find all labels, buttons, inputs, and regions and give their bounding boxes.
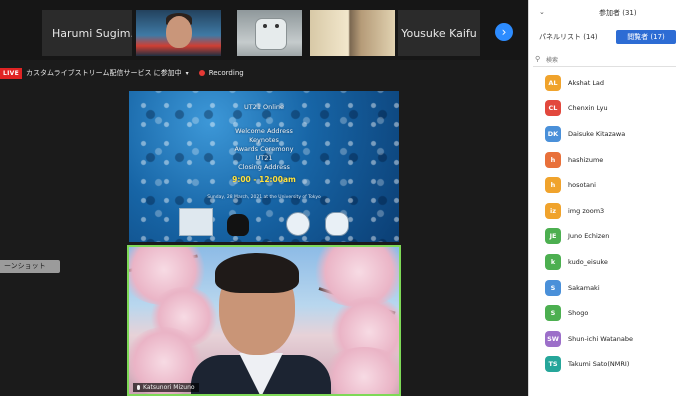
recording-label: Recording: [208, 69, 244, 77]
panel-title: 参加者 (31): [599, 9, 637, 17]
participant-name: kudo_eisuke: [568, 257, 608, 266]
participant-row[interactable]: h hashizume: [529, 147, 679, 173]
robot-eye: [263, 24, 267, 28]
avatar: CL: [545, 100, 561, 117]
live-badge: LIVE: [0, 67, 22, 79]
recording-icon: [198, 70, 205, 76]
slide-line: UT21: [255, 154, 273, 162]
search-input[interactable]: [546, 55, 666, 65]
video-tile[interactable]: [237, 10, 302, 56]
participant-video: [255, 18, 287, 50]
participant-name: Daisuke Kitazawa: [568, 129, 626, 138]
live-stream-label[interactable]: カスタムライブストリーム配信サービス に参加中: [26, 68, 182, 78]
participant-name: Juno Echizen: [568, 232, 610, 241]
mic-icon: [137, 385, 140, 390]
speaker-name-label: Katsunori Mizuno: [133, 383, 199, 392]
participant-row[interactable]: CL Chenxin Lyu: [529, 96, 679, 122]
chevron-right-icon: ›: [501, 25, 507, 39]
participant-row[interactable]: TS Takumi Sato(NMRI): [529, 352, 679, 378]
participant-row[interactable]: S Shogo: [529, 300, 679, 326]
caret-down-icon[interactable]: ▾: [186, 70, 189, 77]
blossom: [319, 347, 399, 394]
participant-name: hashizume: [568, 155, 604, 164]
participant-row[interactable]: iz img zoom3: [529, 198, 679, 224]
slide-time: 9:00 - 12:00am: [232, 175, 296, 184]
video-tile[interactable]: [136, 10, 221, 56]
tab-attendees[interactable]: 閲覧者 (17): [616, 30, 676, 44]
participant-row[interactable]: S Sakamaki: [529, 275, 679, 301]
participant-name: Chenxin Lyu: [568, 104, 608, 113]
participant-name: Takumi Sato(NMRI): [568, 360, 630, 369]
participant-name: Yousuke Kaifu: [401, 26, 477, 40]
avatar: SW: [545, 330, 561, 347]
slide-line: Awards Ceremony: [234, 145, 294, 153]
participant-name: Akshat Lad: [568, 78, 605, 87]
avatar: S: [545, 305, 561, 322]
participant-name: Sakamaki: [568, 283, 600, 292]
avatar: S: [545, 279, 561, 296]
seal-image: [325, 212, 349, 236]
participant-row[interactable]: JE Juno Echizen: [529, 224, 679, 250]
video-tile[interactable]: [310, 10, 395, 56]
avatar: h: [545, 151, 561, 168]
panel-header: ⌄ 参加者 (31): [529, 8, 679, 20]
participant-name: Shogo: [568, 309, 589, 318]
participant-name: Harumi Sugim...: [52, 26, 132, 40]
participant-video: [166, 16, 192, 48]
logo-image: [179, 208, 213, 236]
participant-name: hosotani: [568, 181, 596, 190]
slide-line: Closing Address: [238, 163, 290, 171]
robot-eye: [275, 24, 279, 28]
speaker-hair: [215, 253, 299, 293]
chevron-down-icon[interactable]: ⌄: [539, 8, 545, 16]
mascot-image: [227, 214, 249, 236]
avatar: k: [545, 253, 561, 270]
tab-panelists[interactable]: パネルリスト (14): [539, 30, 598, 44]
slide-title: UT21 Online: [243, 103, 285, 111]
search-bar: ⚲: [533, 55, 676, 67]
search-icon: ⚲: [535, 55, 541, 63]
participants-panel: ⌄ 参加者 (31) パネルリスト (14) 閲覧者 (17) ⚲ AL Aksh…: [528, 0, 679, 396]
participant-name: Shun-ichi Watanabe: [568, 334, 633, 343]
avatar: TS: [545, 356, 561, 373]
avatar: h: [545, 177, 561, 194]
slide-fineprint: Sunday, 28 March, 2021 at the University…: [207, 195, 321, 200]
participant-row[interactable]: SW Shun-ichi Watanabe: [529, 326, 679, 352]
video-strip: Harumi Sugim... Yousuke Kaifu ›: [0, 0, 528, 60]
speaker-name: Katsunori Mizuno: [143, 384, 195, 391]
shared-screen: UT21 Online Welcome Address Keynotes Awa…: [129, 91, 399, 242]
video-tile[interactable]: Yousuke Kaifu: [398, 10, 480, 56]
participant-row[interactable]: h hosotani: [529, 172, 679, 198]
seal-image: [286, 212, 310, 236]
active-speaker-video[interactable]: Katsunori Mizuno: [127, 245, 401, 396]
participant-row[interactable]: AL Akshat Lad: [529, 70, 679, 96]
participant-row[interactable]: DK Daisuke Kitazawa: [529, 121, 679, 147]
avatar: DK: [545, 125, 561, 142]
avatar: AL: [545, 74, 561, 91]
slide-line: Keynotes: [249, 136, 279, 144]
avatar: JE: [545, 228, 561, 245]
slide-line: Welcome Address: [235, 127, 293, 135]
avatar: iz: [545, 202, 561, 219]
blossom: [309, 247, 399, 307]
next-page-button[interactable]: ›: [495, 23, 513, 41]
participant-list: AL Akshat Lad CL Chenxin Lyu DK Daisuke Kitaz…: [529, 70, 679, 377]
video-tile[interactable]: Harumi Sugim...: [42, 10, 132, 56]
participant-row[interactable]: k kudo_eisuke: [529, 249, 679, 275]
participant-name: img zoom3: [568, 206, 605, 215]
live-stream-bar: LIVE カスタムライブストリーム配信サービス に参加中 ▾ Recording: [0, 66, 244, 80]
screenshot-button[interactable]: ーンショット: [0, 260, 60, 273]
participant-tabs: パネルリスト (14) 閲覧者 (17): [533, 30, 676, 44]
